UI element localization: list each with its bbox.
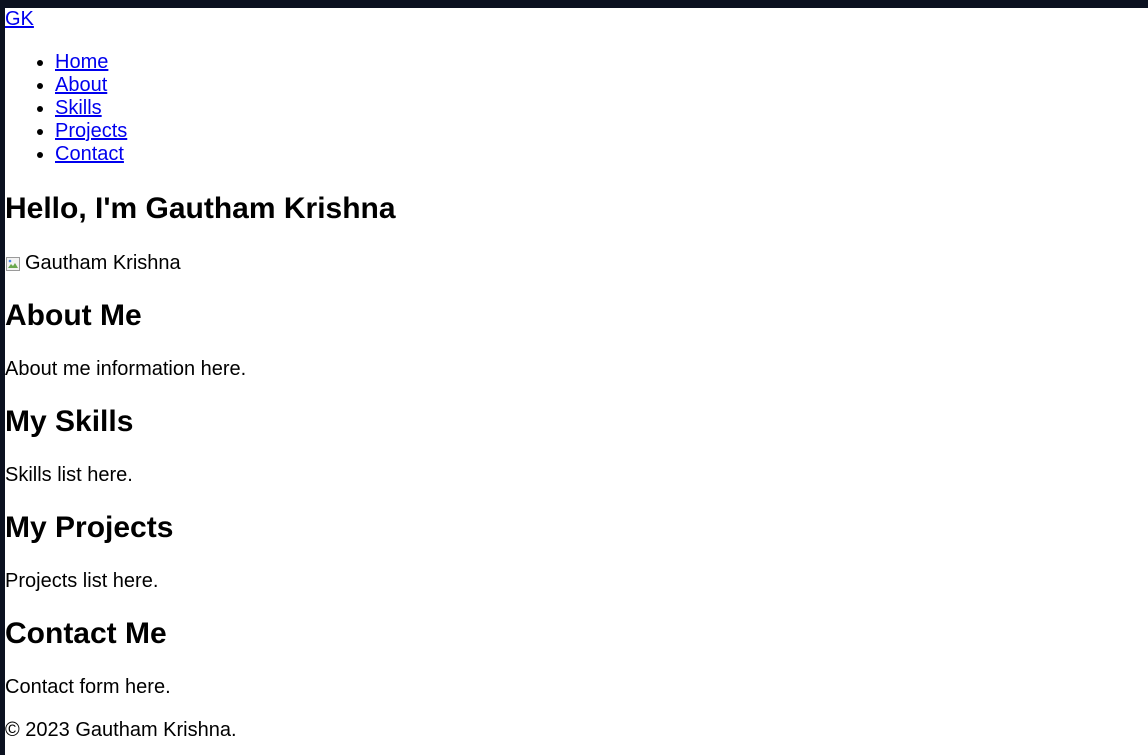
projects-text: Projects list here. bbox=[5, 570, 159, 592]
about-heading: About Me bbox=[5, 299, 142, 332]
about-text: About me information here. bbox=[5, 358, 247, 380]
brand-logo-link[interactable]: GK bbox=[5, 8, 1148, 31]
nav-item-contact: Contact bbox=[55, 143, 1148, 166]
page: GK Home About Skills Projects Contact He… bbox=[5, 8, 1148, 755]
hero-title: Hello, I'm Gautham Krishna bbox=[5, 192, 396, 225]
nav-link-home[interactable]: Home bbox=[55, 51, 108, 73]
about-section: About Me About me information here. bbox=[5, 299, 1148, 381]
contact-heading: Contact Me bbox=[5, 617, 167, 650]
nav-item-projects: Projects bbox=[55, 120, 1148, 143]
contact-section: Contact Me Contact form here. bbox=[5, 617, 1148, 699]
site-header: GK Home About Skills Projects Contact bbox=[5, 8, 1148, 166]
nav-link-contact[interactable]: Contact bbox=[55, 143, 124, 165]
projects-section: My Projects Projects list here. bbox=[5, 511, 1148, 593]
skills-text: Skills list here. bbox=[5, 464, 133, 486]
nav-item-home: Home bbox=[55, 51, 1148, 74]
nav-link-about[interactable]: About bbox=[55, 74, 107, 96]
broken-image-icon bbox=[6, 256, 20, 271]
nav-link-skills[interactable]: Skills bbox=[55, 97, 102, 119]
contact-text: Contact form here. bbox=[5, 676, 171, 698]
nav-item-about: About bbox=[55, 74, 1148, 97]
profile-image-alt-text: Gautham Krishna bbox=[25, 252, 181, 274]
hero-section: Hello, I'm Gautham Krishna Gautham Krish… bbox=[5, 192, 1148, 275]
site-footer: © 2023 Gautham Krishna. bbox=[5, 719, 1148, 742]
profile-image: Gautham Krishna bbox=[5, 252, 1148, 275]
nav-link-projects[interactable]: Projects bbox=[55, 120, 127, 142]
projects-heading: My Projects bbox=[5, 511, 174, 544]
footer-copyright: © 2023 Gautham Krishna. bbox=[5, 719, 237, 741]
skills-heading: My Skills bbox=[5, 405, 134, 438]
skills-section: My Skills Skills list here. bbox=[5, 405, 1148, 487]
nav-item-skills: Skills bbox=[55, 97, 1148, 120]
nav-menu: Home About Skills Projects Contact bbox=[5, 51, 1148, 166]
